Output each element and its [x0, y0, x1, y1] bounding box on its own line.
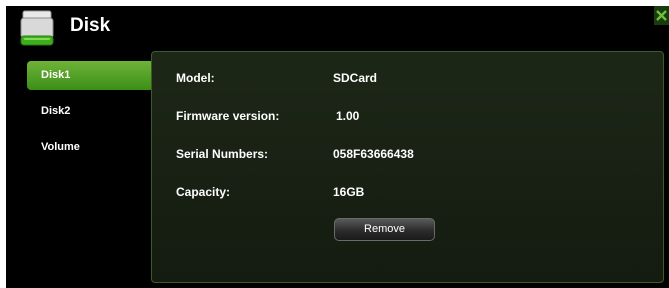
sidebar-item-label: Volume — [41, 141, 80, 153]
sidebar: Disk1 Disk2 Volume — [27, 61, 159, 169]
page-title: Disk — [70, 15, 111, 36]
close-icon[interactable] — [656, 10, 667, 21]
capacity-value: 16GB — [333, 185, 365, 199]
model-label: Model: — [176, 71, 215, 85]
firmware-label: Firmware version: — [176, 109, 280, 123]
capacity-label: Capacity: — [176, 185, 231, 199]
remove-button[interactable]: Remove — [334, 218, 435, 241]
firmware-value: 1.00 — [336, 109, 360, 123]
sidebar-item-label: Disk2 — [41, 105, 71, 117]
sidebar-item-volume[interactable]: Volume — [27, 133, 159, 162]
close-button[interactable] — [654, 6, 669, 25]
model-value: SDCard — [333, 71, 378, 85]
header: Disk — [6, 6, 669, 52]
serial-label: Serial Numbers: — [176, 147, 269, 161]
hard-disk-icon — [20, 10, 54, 46]
sidebar-item-label: Disk1 — [41, 69, 71, 81]
disk-window: Disk Disk1 Disk2 Volume Model: SDCard Fi… — [6, 6, 669, 288]
serial-value: 058F63666438 — [333, 147, 414, 161]
disk-details-panel: Model: SDCard Firmware version: 1.00 Ser… — [151, 51, 664, 283]
sidebar-item-disk2[interactable]: Disk2 — [27, 97, 159, 126]
sidebar-item-disk1[interactable]: Disk1 — [27, 61, 159, 90]
